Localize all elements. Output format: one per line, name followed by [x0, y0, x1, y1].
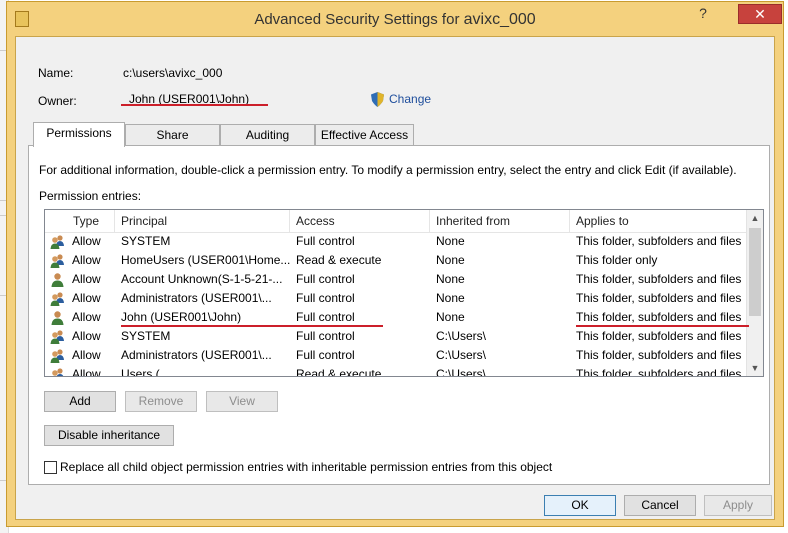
replace-child-permissions-label[interactable]: Replace all child object permission entr… [60, 460, 552, 474]
column-header-principal[interactable]: Principal [115, 210, 290, 232]
owner-label: Owner: [38, 94, 77, 108]
list-vertical-scrollbar[interactable]: ▲ ▼ [746, 210, 763, 376]
cell-applies-to: This folder, subfolders and files [576, 348, 742, 362]
cell-applies-to: This folder, subfolders and files [576, 329, 742, 343]
dialog-client-area: Name: c:\users\avixc_000 Owner: John (US… [15, 36, 775, 520]
window-title-object: avixc_000 [463, 11, 536, 28]
cell-type: Allow [72, 367, 101, 377]
users-group-icon [52, 368, 64, 376]
close-button[interactable]: ✕ [738, 4, 782, 24]
annotation-underline-john-row [121, 325, 383, 327]
cell-applies-to: This folder, subfolders and files [576, 291, 742, 305]
remove-button[interactable]: Remove [125, 391, 197, 412]
cell-principal: Administrators (USER001\... [121, 291, 272, 305]
user-icon [51, 311, 64, 325]
cell-applies-to: This folder only [576, 253, 658, 267]
cell-inherited-from: C:\Users\ [436, 367, 487, 377]
cell-inherited-from: None [436, 310, 465, 324]
apply-button[interactable]: Apply [704, 495, 772, 516]
cell-principal: SYSTEM [121, 234, 171, 248]
cell-inherited-from: C:\Users\ [436, 348, 487, 362]
cell-applies-to: This folder, subfolders and files [576, 234, 742, 248]
cell-applies-to: This folder, subfolders and files [576, 367, 742, 377]
cell-inherited-from: None [436, 272, 465, 286]
scroll-thumb[interactable] [749, 228, 761, 316]
window-title-prefix: Advanced Security Settings for [254, 11, 460, 28]
cancel-button[interactable]: Cancel [624, 495, 696, 516]
users-group-icon [50, 235, 64, 249]
table-row[interactable]: Allow HomeUsers (USER001\Home... Read & ex… [45, 251, 747, 270]
permission-entries-label: Permission entries: [39, 189, 142, 203]
view-button[interactable]: View [206, 391, 278, 412]
cell-type: Allow [72, 291, 101, 305]
ok-button[interactable]: OK [544, 495, 616, 516]
cell-inherited-from: None [436, 234, 465, 248]
help-button[interactable]: ? [689, 4, 717, 24]
permission-entries-list[interactable]: Type Principal Access Inherited from App… [44, 209, 764, 377]
cell-principal: Account Unknown(S-1-5-21-... [121, 272, 283, 286]
title-bar[interactable]: Advanced Security Settings for avixc_000… [7, 2, 783, 36]
cell-inherited-from: None [436, 253, 465, 267]
user-icon [51, 273, 64, 287]
column-header-inherited-from[interactable]: Inherited from [430, 210, 570, 232]
cell-type: Allow [72, 329, 101, 343]
users-group-icon [50, 292, 64, 306]
cell-type: Allow [72, 253, 101, 267]
window-title: Advanced Security Settings for avixc_000 [7, 11, 783, 29]
table-row[interactable]: Allow SYSTEM Full control C:\Users\ This fol… [45, 327, 747, 346]
tab-permissions[interactable]: Permissions [33, 122, 125, 147]
change-owner-link[interactable]: Change [389, 92, 431, 106]
cell-access: Read & execute [296, 253, 382, 267]
annotation-underline-owner [121, 104, 268, 106]
table-row[interactable]: Allow Administrators (USER001\... Full con… [45, 289, 747, 308]
table-row[interactable]: Allow Users (... Read & execute C:\Users\ Th… [45, 365, 747, 377]
annotation-underline-applies-to [576, 325, 749, 327]
disable-inheritance-button[interactable]: Disable inheritance [44, 425, 174, 446]
users-group-icon [50, 330, 64, 344]
scroll-up-arrow-icon[interactable]: ▲ [747, 210, 763, 226]
column-header-access[interactable]: Access [290, 210, 430, 232]
users-group-icon [50, 254, 64, 268]
list-header: Type Principal Access Inherited from App… [45, 210, 747, 233]
cell-type: Allow [72, 234, 101, 248]
advanced-security-settings-window: Advanced Security Settings for avixc_000… [6, 1, 784, 527]
cell-type: Allow [72, 272, 101, 286]
column-header-type[interactable]: Type [67, 210, 115, 232]
uac-shield-icon [371, 92, 384, 107]
cell-access: Read & execute [296, 367, 382, 377]
cell-type: Allow [72, 348, 101, 362]
cell-applies-to: This folder, subfolders and files [576, 272, 742, 286]
tab-effective-access[interactable]: Effective Access [315, 124, 414, 146]
cell-type: Allow [72, 310, 101, 324]
scroll-down-arrow-icon[interactable]: ▼ [747, 360, 763, 376]
cell-inherited-from: C:\Users\ [436, 329, 487, 343]
table-row[interactable]: Allow Account Unknown(S-1-5-21-... Full co… [45, 270, 747, 289]
info-text: For additional information, double-click… [39, 163, 737, 177]
cell-principal: SYSTEM [121, 329, 171, 343]
cell-principal: Users (... [121, 367, 170, 377]
table-row[interactable]: Allow SYSTEM Full control None This folder, … [45, 232, 747, 251]
cell-access: Full control [296, 234, 355, 248]
tab-share[interactable]: Share [125, 124, 220, 146]
name-value: c:\users\avixc_000 [123, 66, 223, 80]
cell-principal: Administrators (USER001\... [121, 348, 272, 362]
column-header-applies-to[interactable]: Applies to [570, 210, 747, 232]
name-label: Name: [38, 66, 74, 80]
cell-inherited-from: None [436, 291, 465, 305]
cell-access: Full control [296, 272, 355, 286]
table-row[interactable]: Allow Administrators (USER001\... Full con… [45, 346, 747, 365]
cell-access: Full control [296, 329, 355, 343]
replace-child-permissions-checkbox[interactable] [44, 461, 57, 474]
users-group-icon [50, 349, 64, 363]
cell-principal: HomeUsers (USER001\Home... [121, 253, 291, 267]
add-button[interactable]: Add [44, 391, 116, 412]
tab-auditing[interactable]: Auditing [220, 124, 315, 146]
cell-access: Full control [296, 291, 355, 305]
cell-access: Full control [296, 348, 355, 362]
